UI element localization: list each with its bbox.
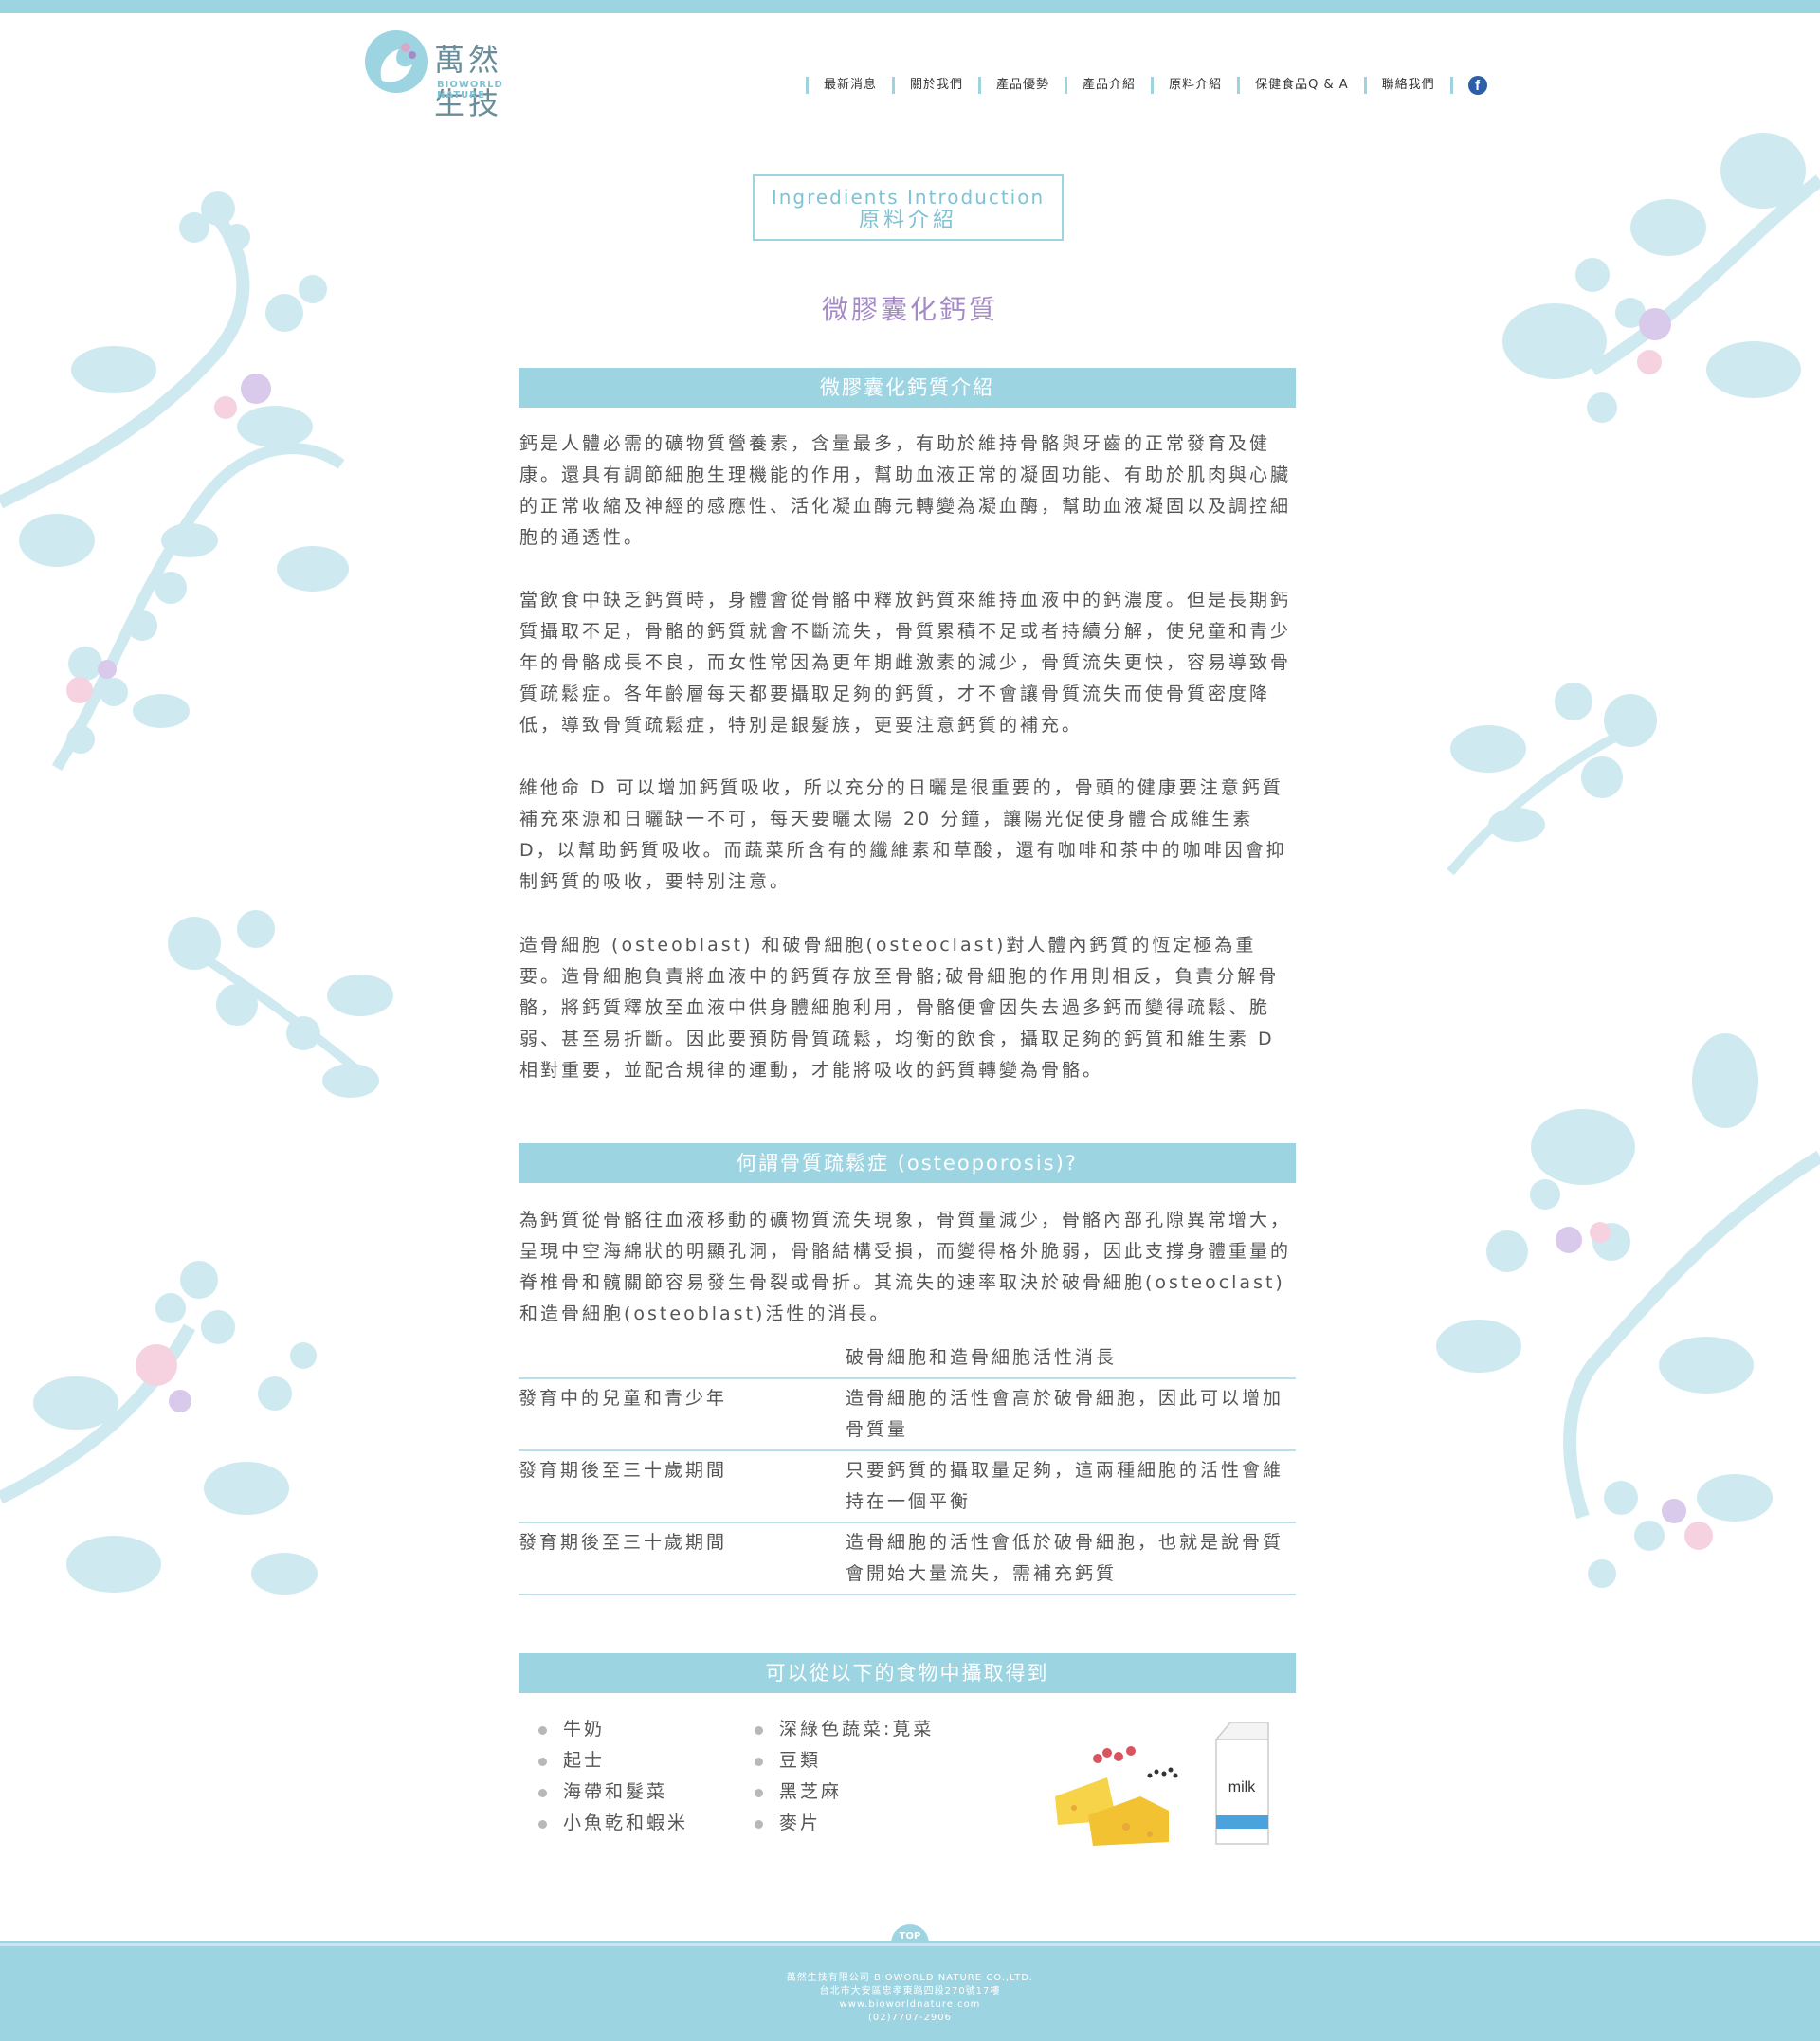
list-item: 牛奶 (537, 1714, 688, 1745)
footer-website[interactable]: www.bioworldnature.com (0, 1998, 1820, 2011)
table-cell-stage: 發育期後至三十歲期間 (519, 1532, 728, 1553)
section-heading-intro: 微膠囊化鈣質介紹 (519, 368, 1296, 408)
intro-paragraph-1: 鈣是人體必需的礦物質營養素，含量最多，有助於維持骨骼與牙齒的正常發育及健康。還具… (519, 433, 1292, 548)
page-title-en: Ingredients Introduction (771, 186, 1046, 209)
floral-decoration-left-bottom (0, 1261, 318, 1595)
list-item: 深綠色蔬菜:莧菜 (753, 1714, 934, 1745)
food-illustration: milk (1055, 1722, 1269, 1846)
footer-phone: (02)7707-2906 (867, 2013, 953, 2023)
floral-decoration-right-bottom (1436, 1033, 1820, 1588)
floral-decoration-left-top (0, 191, 349, 772)
list-item: 麥片 (753, 1808, 934, 1839)
list-item: 海帶和髮菜 (537, 1777, 688, 1808)
nav-item-ingredients[interactable]: 原料介紹 (1151, 77, 1237, 94)
table-header-cell (519, 1339, 846, 1378)
table-cell-activity: 造骨細胞的活性會高於破骨細胞，因此可以增加骨質量 (846, 1388, 1284, 1440)
nav-item-about[interactable]: 關於我們 (892, 77, 978, 94)
nav-item-products[interactable]: 產品介紹 (1065, 77, 1151, 94)
list-item: 小魚乾和蝦米 (537, 1808, 688, 1839)
table-header-row: 破骨細胞和造骨細胞活性消長 (519, 1339, 1296, 1378)
table-row: 發育期後至三十歲期間 造骨細胞的活性會低於破骨細胞，也就是說骨質會開始大量流失，… (519, 1522, 1296, 1595)
floral-decoration-right-mid (1447, 683, 1657, 876)
table-header-cell: 破骨細胞和造骨細胞活性消長 (846, 1347, 1118, 1368)
floral-decoration-right-top (1502, 133, 1820, 423)
page-subtitle: 微膠囊化鈣質 (821, 294, 998, 325)
nav-item-news[interactable]: 最新消息 (806, 77, 892, 94)
logo-mark-icon (365, 30, 428, 93)
brand-logo[interactable]: 萬然生技 BIOWORLD NATURE (363, 28, 534, 121)
floral-decoration-left-mid (168, 910, 393, 1098)
table-cell-stage: 發育中的兒童和青少年 (519, 1388, 728, 1409)
section-heading-osteoporosis: 何謂骨質疏鬆症 (osteoporosis)? (519, 1143, 1296, 1183)
cell-activity-table: 破骨細胞和造骨細胞活性消長 發育中的兒童和青少年 造骨細胞的活性會高於破骨細胞，… (519, 1339, 1296, 1595)
table-cell-activity: 只要鈣質的攝取量足夠，這兩種細胞的活性會維持在一個平衡 (846, 1460, 1284, 1512)
main-nav: 最新消息 關於我們 產品優勢 產品介紹 原料介紹 保健食品Q & A 聯絡我們 … (806, 74, 1487, 97)
intro-paragraph-2: 當飲食中缺乏鈣質時，身體會從骨骼中釋放鈣質來維持血液中的鈣濃度。但是長期鈣質攝取… (519, 590, 1292, 736)
footer-company: 萬然生技有限公司 BIOWORLD NATURE CO.,LTD. (786, 1973, 1034, 1983)
nav-separator (1449, 77, 1453, 94)
food-list-right: 深綠色蔬菜:莧菜 豆類 黑芝麻 麥片 (753, 1714, 934, 1839)
osteoporosis-paragraph: 為鈣質從骨骼往血液移動的礦物質流失現象，骨質量減少，骨骼內部孔隙異常增大，呈現中… (519, 1210, 1292, 1324)
list-item: 黑芝麻 (753, 1777, 934, 1808)
list-item: 起士 (537, 1745, 688, 1777)
table-row: 發育期後至三十歲期間 只要鈣質的攝取量足夠，這兩種細胞的活性會維持在一個平衡 (519, 1450, 1296, 1522)
page-title-box: Ingredients Introduction 原料介紹 (753, 174, 1064, 241)
brand-name-en: BIOWORLD NATURE (437, 80, 503, 100)
intro-paragraph-3: 維他命 D 可以增加鈣質吸收，所以充分的日曬是很重要的，骨頭的健康要注意鈣質補充… (519, 777, 1287, 892)
facebook-icon[interactable]: f (1467, 76, 1487, 95)
milk-carton-icon: milk (1214, 1722, 1269, 1845)
black-sesame-icon (1147, 1767, 1178, 1778)
red-beans-icon (1093, 1746, 1136, 1763)
nav-item-qa[interactable]: 保健食品Q & A (1237, 77, 1364, 94)
table-row: 發育中的兒童和青少年 造骨細胞的活性會高於破骨細胞，因此可以增加骨質量 (519, 1378, 1296, 1450)
nav-item-contact[interactable]: 聯絡我們 (1363, 77, 1450, 94)
footer-address: 台北市大安區忠孝東路四段270號17樓 (819, 1986, 1001, 1996)
nav-item-advantages[interactable]: 產品優勢 (978, 77, 1065, 94)
milk-label: milk (1228, 1779, 1256, 1795)
page-title-cn: 原料介紹 (858, 209, 957, 232)
list-item: 豆類 (753, 1745, 934, 1777)
top-accent-bar (0, 0, 1820, 13)
table-cell-stage: 發育期後至三十歲期間 (519, 1460, 728, 1481)
intro-paragraph-4: 造骨細胞 (osteoblast) 和破骨細胞(osteoclast)對人體內鈣… (519, 935, 1280, 1081)
table-cell-activity: 造骨細胞的活性會低於破骨細胞，也就是說骨質會開始大量流失，需補充鈣質 (846, 1532, 1284, 1584)
food-list-left: 牛奶 起士 海帶和髮菜 小魚乾和蝦米 (537, 1714, 688, 1839)
cheese-icon (1055, 1777, 1169, 1846)
section-heading-foods: 可以從以下的食物中攝取得到 (519, 1653, 1296, 1693)
